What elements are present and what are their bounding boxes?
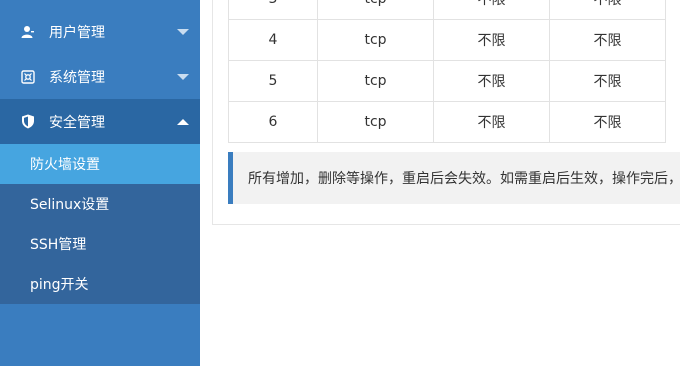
table-cell: 不限 [549, 19, 666, 61]
submenu-item-ssh[interactable]: SSH管理 [0, 224, 200, 264]
firewall-rules-table: 3 tcp 不限 不限 4 tcp 不限 不限 5 tcp 不限 不限 6 tc… [228, 0, 666, 143]
sidebar-item-label: 用户管理 [49, 24, 105, 41]
table-cell: 不限 [549, 60, 666, 102]
table-cell: 不限 [549, 101, 666, 143]
submenu-item-ping[interactable]: ping开关 [0, 264, 200, 304]
table-cell: 5 [228, 60, 318, 102]
table-cell: 4 [228, 19, 318, 61]
chevron-down-icon [177, 73, 189, 80]
user-icon [20, 24, 36, 40]
table-cell: 不限 [549, 0, 666, 20]
notice-text: 所有增加，删除等操作，重启后会失效。如需重启后生效，操作完后， [248, 171, 680, 187]
table-cell: tcp [317, 101, 434, 143]
sidebar-item-label: 安全管理 [49, 114, 105, 131]
table-cell: tcp [317, 60, 434, 102]
table-cell: 6 [228, 101, 318, 143]
table-row: 4 tcp 不限 不限 [228, 19, 666, 61]
sidebar-item-user-management[interactable]: 用户管理 [0, 9, 200, 54]
table-cell: 3 [228, 0, 318, 20]
shield-icon [20, 114, 36, 130]
sidebar: 用户管理 系统管理 安全管理 防火墙设置 Selinux设置 SSH管理 pin… [0, 0, 200, 366]
sidebar-item-label: 系统管理 [49, 69, 105, 86]
table-row: 3 tcp 不限 不限 [228, 0, 666, 20]
submenu-item-selinux[interactable]: Selinux设置 [0, 184, 200, 224]
sidebar-item-security-management[interactable]: 安全管理 [0, 99, 200, 144]
notice-box: 所有增加，删除等操作，重启后会失效。如需重启后生效，操作完后， [228, 152, 680, 204]
table-cell: 不限 [433, 60, 550, 102]
security-submenu: 防火墙设置 Selinux设置 SSH管理 ping开关 [0, 144, 200, 304]
sidebar-item-system-management[interactable]: 系统管理 [0, 54, 200, 99]
table-cell: tcp [317, 0, 434, 20]
chevron-up-icon [177, 118, 189, 125]
table-cell: tcp [317, 19, 434, 61]
submenu-item-firewall[interactable]: 防火墙设置 [0, 144, 200, 184]
settings-icon [20, 69, 36, 85]
table-row: 6 tcp 不限 不限 [228, 101, 666, 143]
chevron-down-icon [177, 28, 189, 35]
table-cell: 不限 [433, 0, 550, 20]
table-cell: 不限 [433, 101, 550, 143]
table-cell: 不限 [433, 19, 550, 61]
table-row: 5 tcp 不限 不限 [228, 60, 666, 102]
